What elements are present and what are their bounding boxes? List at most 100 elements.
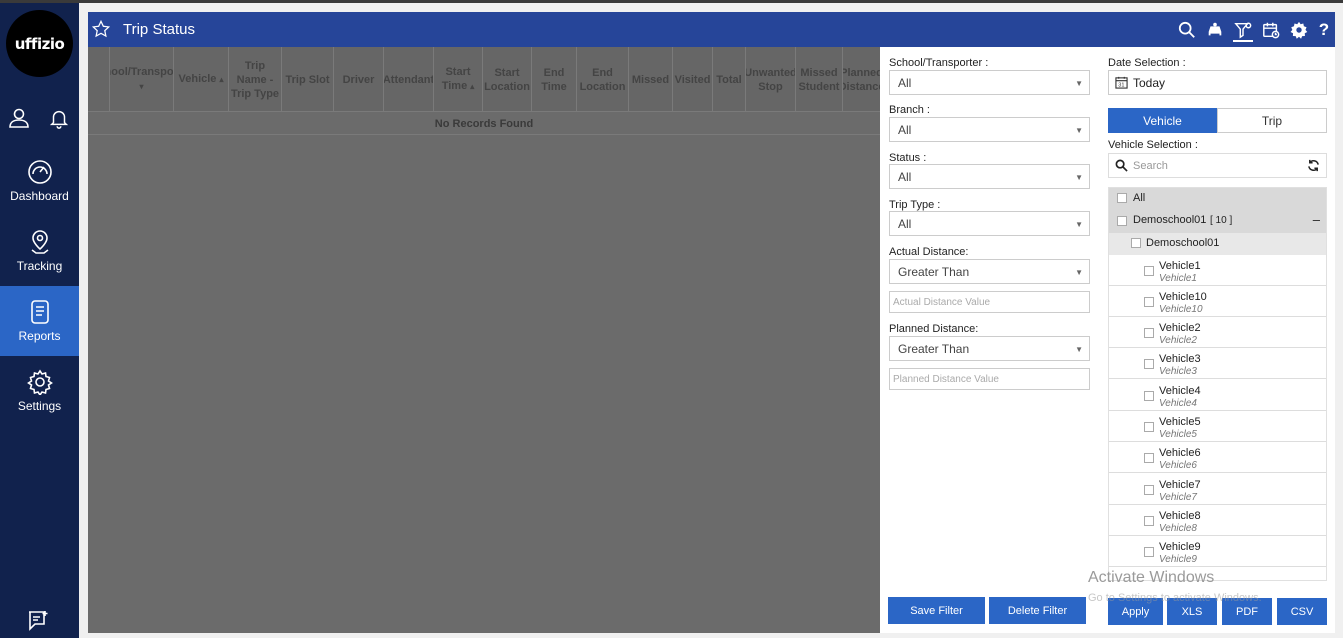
vehicle-row[interactable]: Vehicle8 Vehicle8 <box>1109 505 1326 536</box>
svg-text:31: 31 <box>1118 83 1124 89</box>
sidebar-item-label: Tracking <box>16 259 63 273</box>
date-selection-field[interactable]: 31 Today <box>1108 70 1327 95</box>
csv-export-button[interactable]: CSV <box>1277 598 1327 625</box>
grid-column-header[interactable]: Start Location <box>483 47 532 112</box>
grid-column-header[interactable]: End Location <box>577 47 629 112</box>
subgroup-row[interactable]: Demoschool01 <box>1109 233 1326 255</box>
trip-status-grid: School/Transporter▾ Vehicle ▴ Trip Name … <box>88 47 880 633</box>
help-icon[interactable]: ? <box>1314 20 1334 40</box>
sidebar-item-tracking[interactable]: Tracking <box>0 216 79 286</box>
grid-column-header[interactable]: Unwanted Stop <box>746 47 796 112</box>
trip-type-select[interactable]: All ▼ <box>889 211 1090 236</box>
grid-column-header[interactable]: Trip Name - Trip Type <box>229 47 282 112</box>
selection-panel: Date Selection : 31 Today Vehicle Trip V… <box>1096 47 1335 633</box>
sidebar-item-label: Dashboard <box>10 189 69 203</box>
delete-filter-button[interactable]: Delete Filter <box>989 597 1086 624</box>
grid-column-header[interactable]: Start Time ▴ <box>434 47 483 112</box>
vehicle-row[interactable]: Vehicle2 Vehicle2 <box>1109 317 1326 348</box>
grid-column-header[interactable]: School/Transporter▾ <box>110 47 174 112</box>
calendar-icon[interactable] <box>1261 20 1281 40</box>
vehicle-checkbox[interactable] <box>1144 422 1154 432</box>
page-title: Trip Status <box>123 21 195 38</box>
vehicle-checkbox[interactable] <box>1144 485 1154 495</box>
vehicle-search-input[interactable] <box>1133 158 1303 174</box>
chevron-down-icon: ▼ <box>1075 173 1083 182</box>
vehicle-row[interactable]: Vehicle4 Vehicle4 <box>1109 380 1326 411</box>
actual-distance-operator-select[interactable]: Greater Than ▼ <box>889 259 1090 284</box>
tab-trip[interactable]: Trip <box>1217 108 1327 133</box>
grid-column-header[interactable]: Vehicle ▴ <box>174 47 229 112</box>
school-transporter-label: School/Transporter : <box>889 57 989 69</box>
grid-column-header[interactable]: Missed Student <box>796 47 843 112</box>
refresh-icon[interactable] <box>1307 159 1320 175</box>
sidebar-item-dashboard[interactable]: Dashboard <box>0 146 79 216</box>
vehicle-row[interactable]: Vehicle6 Vehicle6 <box>1109 442 1326 473</box>
vehicle-selection-label: Vehicle Selection : <box>1108 139 1198 151</box>
group-row[interactable]: Demoschool01 [ 10 ] – <box>1109 210 1326 233</box>
grid-column-header[interactable]: Total <box>713 47 746 112</box>
sidebar-item-label: Settings <box>17 399 62 413</box>
grid-column-header[interactable]: Attendant <box>384 47 434 112</box>
vehicle-search-box <box>1108 153 1327 178</box>
grid-column-header[interactable]: Driver <box>334 47 384 112</box>
user-icon[interactable] <box>6 105 32 131</box>
map-pin-icon <box>27 229 53 255</box>
vehicle-checkbox[interactable] <box>1144 453 1154 463</box>
vehicle-row[interactable]: Vehicle1 Vehicle1 <box>1109 255 1326 286</box>
vehicle-checkbox[interactable] <box>1144 266 1154 276</box>
vehicle-checkbox[interactable] <box>1144 516 1154 526</box>
chevron-down-icon: ▼ <box>1075 79 1083 88</box>
status-select[interactable]: All ▼ <box>889 164 1090 189</box>
planned-distance-value-input[interactable] <box>889 368 1090 390</box>
vehicle-checkbox[interactable] <box>1144 547 1154 557</box>
grid-column-spacer <box>88 47 110 112</box>
grid-column-header[interactable]: End Time <box>532 47 577 112</box>
vehicle-checkbox[interactable] <box>1144 391 1154 401</box>
sidebar: uffizio Dashboard Tracking Reports Setti… <box>0 3 79 638</box>
page-header: Trip Status ? <box>88 12 1335 47</box>
bell-icon[interactable] <box>46 105 72 131</box>
planned-distance-operator-select[interactable]: Greater Than ▼ <box>889 336 1090 361</box>
vehicle-row[interactable]: Vehicle9 Vehicle9 <box>1109 536 1326 567</box>
vehicle-row[interactable]: Vehicle10 Vehicle10 <box>1109 286 1326 317</box>
vehicle-row[interactable]: Vehicle7 Vehicle7 <box>1109 474 1326 505</box>
collapse-icon[interactable]: – <box>1313 212 1320 227</box>
filter-panel: School/Transporter : All ▼ Branch : All ▼ … <box>880 47 1096 633</box>
grid-column-header[interactable]: Planned Distance <box>843 47 880 112</box>
vehicle-tree: All Demoschool01 [ 10 ] – Demoschool01 V… <box>1108 187 1327 581</box>
grid-column-header[interactable]: Visited <box>673 47 713 112</box>
top-strip <box>0 0 1343 3</box>
favorite-star-icon[interactable] <box>91 19 111 38</box>
select-all-checkbox[interactable] <box>1117 193 1127 203</box>
branch-select[interactable]: All ▼ <box>889 117 1090 142</box>
vehicle-icon[interactable] <box>1205 20 1225 40</box>
feedback-icon[interactable] <box>26 609 50 633</box>
chevron-down-icon: ▼ <box>1075 345 1083 354</box>
sidebar-item-settings[interactable]: Settings <box>0 356 79 426</box>
school-transporter-select[interactable]: All ▼ <box>889 70 1090 95</box>
vehicle-checkbox[interactable] <box>1144 359 1154 369</box>
sidebar-item-label: Reports <box>18 329 61 343</box>
gear-icon[interactable] <box>1289 20 1309 40</box>
select-all-row[interactable]: All <box>1109 188 1326 210</box>
vehicle-row[interactable]: Vehicle5 Vehicle5 <box>1109 411 1326 442</box>
group-checkbox[interactable] <box>1117 216 1127 226</box>
calendar-icon: 31 <box>1115 76 1128 92</box>
branch-label: Branch : <box>889 104 930 116</box>
tab-vehicle[interactable]: Vehicle <box>1108 108 1217 133</box>
vehicle-checkbox[interactable] <box>1144 297 1154 307</box>
uffizio-logo[interactable]: uffizio <box>6 10 73 77</box>
grid-column-header[interactable]: Trip Slot <box>282 47 334 112</box>
vehicle-row[interactable]: Vehicle3 Vehicle3 <box>1109 348 1326 379</box>
actual-distance-label: Actual Distance: <box>889 246 969 258</box>
vehicle-checkbox[interactable] <box>1144 328 1154 338</box>
actual-distance-value-input[interactable] <box>889 291 1090 313</box>
chevron-down-icon: ▼ <box>1075 126 1083 135</box>
save-filter-button[interactable]: Save Filter <box>888 597 985 624</box>
filter-icon[interactable] <box>1233 20 1253 42</box>
grid-column-header[interactable]: Missed <box>629 47 673 112</box>
sidebar-item-reports[interactable]: Reports <box>0 286 79 356</box>
chevron-down-icon: ▼ <box>1075 220 1083 229</box>
subgroup-checkbox[interactable] <box>1131 238 1141 248</box>
search-icon[interactable] <box>1177 20 1197 40</box>
